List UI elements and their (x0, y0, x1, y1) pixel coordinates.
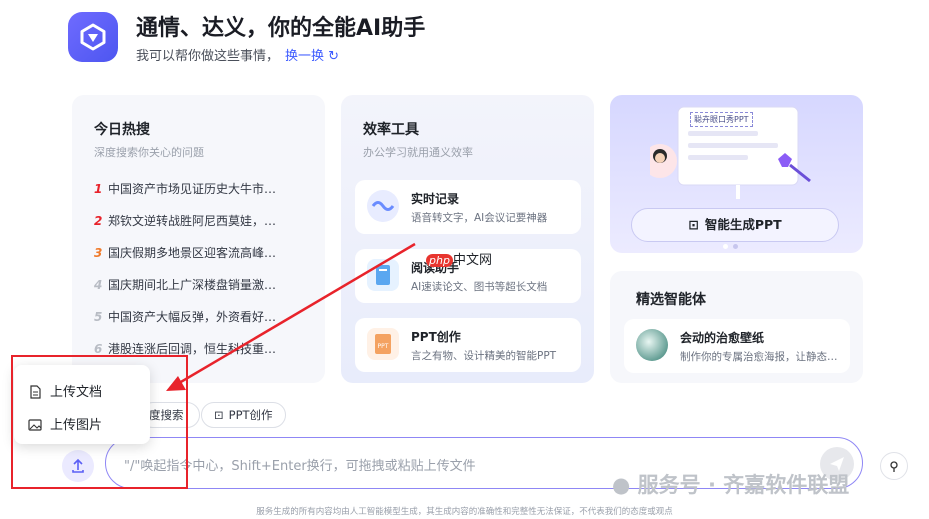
generate-ppt-label: 智能生成PPT (704, 217, 782, 232)
php-logo-mark: php (426, 254, 453, 267)
carousel-dot-active[interactable] (723, 244, 728, 249)
agent-avatar (636, 329, 668, 361)
chip-label: PPT创作 (228, 408, 273, 422)
hot-search-label: 中国资产市场见证历史大牛市… (108, 182, 277, 196)
voice-button[interactable] (880, 452, 908, 480)
hot-rank-number: 1 (94, 182, 103, 196)
annotation-arrow (166, 242, 416, 391)
tongyi-logo-icon (80, 23, 106, 51)
agent-item-healing-wallpaper[interactable]: 会动的治愈壁纸 制作你的专属治愈海报，让静态… (624, 319, 850, 373)
hot-search-item[interactable]: 2 郑钦文逆转战胜阿尼西莫娃，… (94, 212, 294, 230)
app-logo (68, 12, 118, 62)
hot-rank-number: 4 (94, 278, 103, 292)
carousel-dot[interactable] (733, 244, 738, 249)
agents-title: 精选智能体 (636, 292, 706, 308)
tools-subtitle: 办公学习就用通义效率 (363, 146, 473, 159)
tool-desc: AI速读论文、图书等超长文档 (411, 281, 548, 293)
chip-ppt-creation[interactable]: ⊡ PPT创作 (201, 402, 286, 428)
ppt-board-label: 聪卉眼口秀PPT (690, 112, 753, 127)
refresh-label: 换一换 (285, 49, 325, 64)
hot-rank-number: 5 (94, 310, 103, 324)
tool-name: 实时记录 (411, 192, 460, 206)
page-subtitle: 我可以帮你做这些事情， 换一换 ↻ (136, 45, 339, 64)
page-title: 通情、达义，你的全能AI助手 (136, 16, 426, 41)
microphone-icon (890, 461, 898, 472)
disclaimer-footer: 服务生成的所有内容均由人工智能模型生成，其生成内容的准确性和完整性无法保证，不代… (256, 507, 673, 517)
hot-search-label: 郑钦文逆转战胜阿尼西莫娃，… (108, 214, 277, 228)
smart-ppt-banner[interactable]: 聪卉眼口秀PPT ⊡ 智能生成PPT (610, 95, 863, 253)
tool-desc: 言之有物、设计精美的智能PPT (411, 350, 557, 362)
presentation-icon: ⊡ (688, 217, 699, 232)
generate-ppt-button[interactable]: ⊡ 智能生成PPT (631, 208, 839, 242)
tools-title: 效率工具 (363, 122, 419, 138)
subtitle-text: 我可以帮你做这些事情， (136, 49, 280, 64)
hot-rank-number: 6 (94, 342, 103, 356)
hot-rank-number: 3 (94, 246, 103, 260)
hot-rank-number: 2 (94, 214, 103, 228)
php-cn-logo: php 中文网 (426, 249, 492, 268)
agent-name: 会动的治愈壁纸 (680, 331, 765, 345)
php-logo-text: 中文网 (452, 253, 492, 268)
tool-item-realtime-record[interactable]: 实时记录 语音转文字，AI会议记要神器 (355, 180, 581, 234)
presentation-icon: ⊡ (214, 408, 224, 422)
agent-desc: 制作你的专属治愈海报，让静态… (680, 351, 838, 363)
watermark-text: 服务号 · 齐嘉软件联盟 (637, 473, 850, 497)
waveform-icon (367, 190, 399, 222)
featured-agents-card: 精选智能体 会动的治愈壁纸 制作你的专属治愈海报，让静态… (610, 271, 863, 383)
tool-desc: 语音转文字，AI会议记要神器 (411, 212, 548, 224)
refresh-icon: ↻ (328, 49, 340, 64)
hot-search-title: 今日热搜 (94, 122, 150, 138)
wechat-watermark: ● 服务号 · 齐嘉软件联盟 (612, 469, 849, 499)
hot-search-subtitle: 深度搜索你关心的问题 (94, 146, 204, 159)
hot-search-item[interactable]: 1 中国资产市场见证历史大牛市… (94, 180, 294, 198)
wechat-icon: ● (612, 473, 631, 497)
refresh-button[interactable]: 换一换 ↻ (285, 49, 339, 64)
